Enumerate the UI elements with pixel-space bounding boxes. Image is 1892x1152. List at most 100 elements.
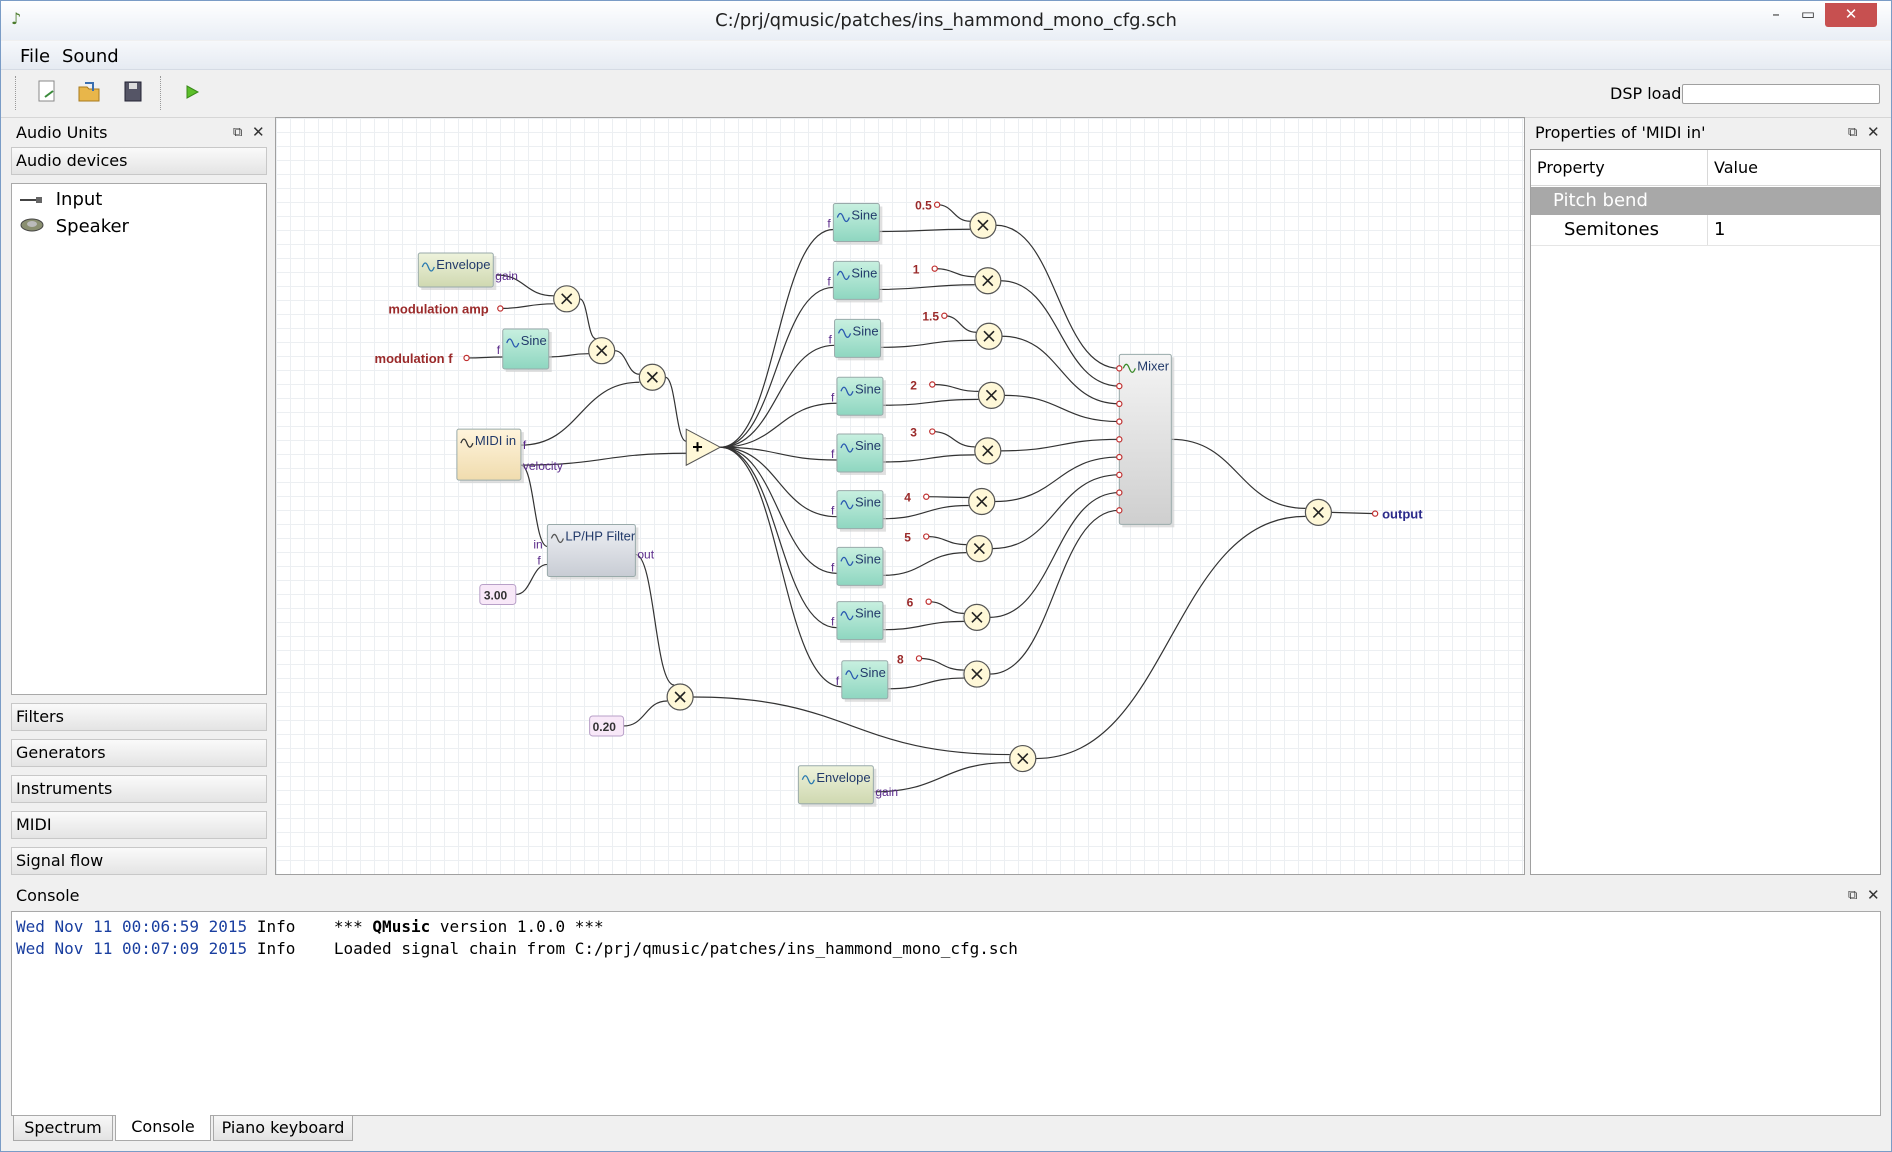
open-button[interactable] xyxy=(75,79,105,107)
menu-sound[interactable]: Sound xyxy=(62,46,119,67)
wire xyxy=(1000,280,1120,387)
port xyxy=(933,201,941,208)
menu-file[interactable]: File xyxy=(20,46,50,67)
node-label: Sine xyxy=(855,495,881,510)
harmonic-label-2: 1.5 xyxy=(922,310,939,324)
section-instruments[interactable]: Instruments xyxy=(11,775,267,803)
sine-node-1[interactable]: Sine xyxy=(832,260,883,303)
minimize-button[interactable]: – xyxy=(1761,3,1791,27)
play-button[interactable] xyxy=(177,79,207,107)
gain-port-label-2: gain xyxy=(875,785,898,799)
sine-f-label-4: f xyxy=(831,447,835,461)
port xyxy=(931,265,938,272)
device-list: Input Speaker xyxy=(11,183,267,695)
console-output[interactable]: Wed Nov 11 00:06:59 2015 Info *** QMusic… xyxy=(11,911,1881,1116)
toolbar-grip xyxy=(15,76,18,110)
patch-canvas[interactable]: Envelope gain modulation amp Sine f modulatio… xyxy=(275,117,1525,875)
semitones-value[interactable]: 1 xyxy=(1714,215,1725,245)
log-line: Wed Nov 11 00:07:09 2015 Info Loaded sig… xyxy=(16,939,1018,958)
node-body xyxy=(1118,353,1172,525)
wire xyxy=(994,456,1120,503)
close-icon[interactable]: ✕ xyxy=(252,123,265,141)
sine-node-mod[interactable]: Sine xyxy=(502,328,552,372)
wire xyxy=(944,315,977,333)
node-label: Sine xyxy=(851,208,877,223)
node-label: Sine xyxy=(855,381,881,396)
wire xyxy=(693,696,1010,756)
section-signal-flow[interactable]: Signal flow xyxy=(11,847,267,875)
log-bold: QMusic xyxy=(372,917,431,936)
port xyxy=(941,312,948,319)
device-input[interactable]: Input xyxy=(20,187,102,213)
harmonic-label-8: 8 xyxy=(897,652,904,666)
tab-spectrum[interactable]: Spectrum xyxy=(13,1115,113,1141)
maximize-button[interactable]: ▭ xyxy=(1793,3,1823,27)
section-audio-devices[interactable]: Audio devices xyxy=(11,147,267,175)
signal-graph[interactable]: Envelope gain modulation amp Sine f modulatio… xyxy=(276,118,1524,874)
sine-node-5[interactable]: Sine xyxy=(836,490,886,532)
wire xyxy=(882,454,975,463)
console-close-icon[interactable]: ✕ xyxy=(1867,886,1880,904)
section-midi[interactable]: MIDI xyxy=(11,811,267,839)
semitones-row[interactable]: Semitones 1 xyxy=(1531,215,1880,246)
save-button[interactable] xyxy=(118,79,148,107)
port xyxy=(1116,436,1123,443)
sine-f-label-6: f xyxy=(831,560,835,574)
pitch-bend-group[interactable]: Pitch bend xyxy=(1531,187,1880,215)
wire xyxy=(635,553,675,686)
wire xyxy=(579,298,596,340)
mixer-node[interactable]: Mixer xyxy=(1118,353,1175,528)
props-float-icon[interactable]: ⧉ xyxy=(1848,125,1857,140)
audio-units-title: Audio Units xyxy=(16,123,108,142)
sine-node-8[interactable]: Sine xyxy=(841,660,891,702)
midi-in-node[interactable]: MIDI in xyxy=(456,428,524,484)
sine-node-0[interactable]: Sine xyxy=(832,203,883,245)
toolbar: DSP load xyxy=(1,70,1891,118)
harmonic-label-1: 1 xyxy=(913,263,920,277)
port xyxy=(1116,400,1123,408)
lphp-filter-node[interactable]: LP/HP Filter xyxy=(546,523,639,580)
modulation-amp-label: modulation amp xyxy=(388,301,488,316)
wire xyxy=(1004,394,1120,423)
harmonic-label-6: 5 xyxy=(904,531,911,545)
port xyxy=(929,381,936,388)
wire xyxy=(932,430,975,448)
section-generators[interactable]: Generators xyxy=(11,739,267,767)
modulation-f-label: modulation f xyxy=(375,351,454,366)
node-label: Sine xyxy=(855,551,881,566)
sine-node-3[interactable]: Sine xyxy=(836,376,886,419)
wire xyxy=(500,303,554,310)
save-icon xyxy=(124,81,142,102)
wire xyxy=(989,491,1120,618)
port xyxy=(915,655,923,662)
wire xyxy=(515,563,548,596)
log-date: Wed Nov 11 00:06:59 2015 xyxy=(16,917,248,936)
device-speaker[interactable]: Speaker xyxy=(20,214,129,240)
float-icon[interactable]: ⧉ xyxy=(233,125,242,140)
title-bar: ♪ C:/prj/qmusic/patches/ins_hammond_mono… xyxy=(1,1,1891,40)
sine-node-2[interactable]: Sine xyxy=(834,318,884,361)
harmonic-label-3: 2 xyxy=(910,378,917,392)
props-close-icon[interactable]: ✕ xyxy=(1867,123,1880,141)
sine-node-4[interactable]: Sine xyxy=(836,433,886,475)
sine-node-7[interactable]: Sine xyxy=(836,601,886,643)
wire xyxy=(919,657,964,671)
tab-piano-keyboard[interactable]: Piano keyboard xyxy=(213,1115,353,1141)
section-filters[interactable]: Filters xyxy=(11,703,267,731)
envelope-node-bottom[interactable]: Envelope xyxy=(797,765,877,807)
wire xyxy=(1000,438,1120,452)
port xyxy=(1116,489,1123,496)
wire xyxy=(1035,515,1306,760)
harmonic-label-4: 3 xyxy=(910,426,917,440)
close-button[interactable]: ✕ xyxy=(1825,3,1877,27)
console-float-icon[interactable]: ⧉ xyxy=(1848,888,1857,903)
sine-node-6[interactable]: Sine xyxy=(836,546,886,589)
tab-console[interactable]: Console xyxy=(115,1115,211,1141)
node-label: MIDI in xyxy=(475,433,516,448)
log-date: Wed Nov 11 00:07:09 2015 xyxy=(16,939,248,958)
properties-title: Properties of 'MIDI in' xyxy=(1535,123,1706,142)
envelope-node-top[interactable]: Envelope xyxy=(417,252,497,290)
new-file-icon xyxy=(38,80,55,102)
new-file-button[interactable] xyxy=(32,79,62,107)
node-label: Envelope xyxy=(436,257,490,272)
